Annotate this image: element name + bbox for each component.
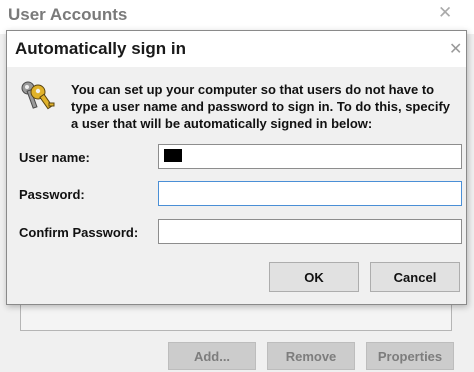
confirm-password-label: Confirm Password: (19, 225, 139, 240)
remove-button[interactable]: Remove (267, 342, 355, 370)
cancel-button[interactable]: Cancel (370, 262, 460, 292)
add-button[interactable]: Add... (168, 342, 256, 370)
dialog-titlebar: Automatically sign in ✕ (7, 31, 466, 67)
user-name-label: User name: (19, 150, 90, 165)
password-label: Password: (19, 187, 85, 202)
dialog-title: Automatically sign in (15, 39, 186, 58)
user-accounts-titlebar: User Accounts ✕ (0, 0, 474, 34)
keys-icon (21, 81, 55, 110)
confirm-password-field[interactable] (158, 219, 462, 244)
user-name-field[interactable] (158, 144, 462, 169)
user-name-value-redacted (164, 149, 182, 162)
auto-sign-in-dialog: Automatically sign in ✕ You can set up y… (6, 30, 467, 305)
password-field[interactable] (158, 181, 462, 206)
dialog-description: You can set up your computer so that use… (71, 82, 450, 131)
properties-button[interactable]: Properties (366, 342, 454, 370)
close-icon[interactable]: ✕ (438, 3, 452, 23)
ok-button[interactable]: OK (269, 262, 359, 292)
close-icon[interactable]: ✕ (449, 39, 462, 59)
user-accounts-title: User Accounts (8, 5, 128, 24)
